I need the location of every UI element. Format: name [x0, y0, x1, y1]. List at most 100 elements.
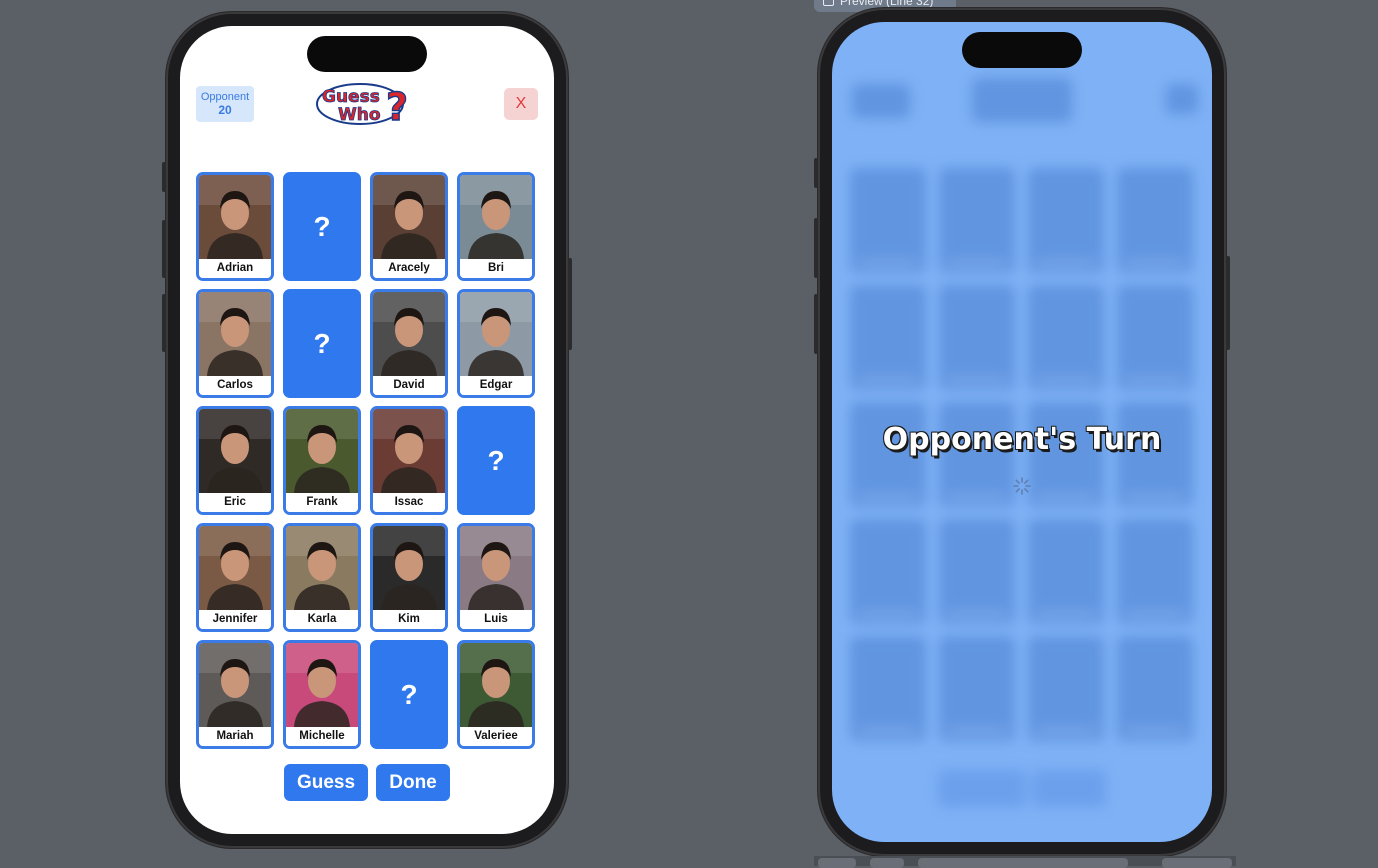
action-bar: Guess Done	[284, 764, 450, 801]
hidden-card[interactable]: ?	[283, 289, 361, 398]
blurred-logo	[972, 78, 1072, 122]
guess-who-logo: Guess Who ?	[316, 82, 416, 130]
blurred-card	[1028, 168, 1104, 273]
logo-line2: Who	[338, 105, 381, 125]
close-button[interactable]: X	[504, 88, 538, 120]
blurred-card-name	[1036, 375, 1096, 384]
opponent-label: Opponent	[200, 91, 250, 103]
preview-icon	[823, 0, 834, 6]
blurred-card-name	[858, 258, 918, 267]
blurred-card-name	[947, 375, 1007, 384]
character-grid: Adrian? Aracely Bri Carlos? David Edgar Eric Fr…	[196, 172, 540, 749]
bottom-control[interactable]	[818, 858, 856, 868]
blurred-card	[1117, 519, 1193, 624]
character-card[interactable]: Aracely	[370, 172, 448, 281]
character-card[interactable]: Luis	[457, 523, 535, 632]
opponent-count: 20	[218, 103, 232, 117]
character-card[interactable]: Frank	[283, 406, 361, 515]
bottom-control[interactable]	[918, 858, 1128, 868]
bottom-control[interactable]	[870, 858, 904, 868]
blurred-card-name	[1036, 609, 1096, 618]
dynamic-island	[307, 36, 427, 72]
blurred-card-name	[1036, 492, 1096, 501]
character-card[interactable]: Edgar	[457, 289, 535, 398]
volume-up-button	[162, 220, 166, 278]
character-name: David	[373, 376, 445, 395]
blurred-card	[850, 519, 926, 624]
character-card[interactable]: Kim	[370, 523, 448, 632]
hidden-card[interactable]: ?	[370, 640, 448, 749]
character-name: Jennifer	[199, 610, 271, 629]
hidden-card[interactable]: ?	[283, 172, 361, 281]
character-name: Issac	[373, 493, 445, 512]
blurred-card	[939, 168, 1015, 273]
volume-up-button	[814, 218, 818, 278]
character-card[interactable]: Adrian	[196, 172, 274, 281]
opponent-badge: Opponent 20	[196, 86, 254, 122]
blurred-card	[939, 285, 1015, 390]
right-screen: Opponent's Turn	[832, 22, 1212, 842]
character-name: Kim	[373, 610, 445, 629]
character-photo	[460, 643, 532, 727]
character-card[interactable]: Carlos	[196, 289, 274, 398]
character-photo	[199, 526, 271, 610]
character-photo	[199, 409, 271, 493]
character-photo	[460, 526, 532, 610]
bottom-control[interactable]	[1162, 858, 1232, 868]
blurred-card-name	[1125, 375, 1185, 384]
blurred-card-name	[858, 726, 918, 735]
blurred-card	[1028, 636, 1104, 741]
editor-bottom-bar	[814, 856, 1236, 868]
character-photo	[373, 292, 445, 376]
hidden-card[interactable]: ?	[457, 406, 535, 515]
character-card[interactable]: Issac	[370, 406, 448, 515]
character-name: Luis	[460, 610, 532, 629]
blurred-card	[939, 519, 1015, 624]
character-card[interactable]: Eric	[196, 406, 274, 515]
character-card[interactable]: David	[370, 289, 448, 398]
question-mark: ?	[313, 211, 331, 242]
question-mark: ?	[400, 679, 418, 710]
blurred-card	[850, 168, 926, 273]
volume-down-button	[814, 294, 818, 354]
character-card[interactable]: Michelle	[283, 640, 361, 749]
character-photo	[373, 175, 445, 259]
blurred-card-name	[947, 726, 1007, 735]
preview-label: Preview (Line 32)	[840, 0, 934, 8]
blurred-card-name	[1036, 726, 1096, 735]
blurred-done-button	[1032, 770, 1106, 807]
blurred-header-badge	[852, 84, 910, 118]
done-button[interactable]: Done	[376, 764, 450, 801]
blurred-card	[850, 636, 926, 741]
blurred-card-name	[1125, 492, 1185, 501]
blurred-close	[1166, 84, 1198, 114]
blurred-card-name	[1036, 258, 1096, 267]
character-photo	[460, 292, 532, 376]
character-photo	[460, 175, 532, 259]
character-photo	[373, 409, 445, 493]
right-phone-frame: Opponent's Turn	[814, 8, 1230, 856]
character-photo	[286, 526, 358, 610]
power-button	[1226, 256, 1230, 350]
character-card[interactable]: Jennifer	[196, 523, 274, 632]
action-button	[814, 158, 818, 188]
blurred-card	[850, 285, 926, 390]
blurred-card	[1028, 519, 1104, 624]
character-photo	[286, 643, 358, 727]
character-photo	[286, 409, 358, 493]
character-name: Edgar	[460, 376, 532, 395]
question-mark: ?	[487, 445, 505, 476]
logo-line1: Guess	[322, 87, 380, 107]
character-card[interactable]: Bri	[457, 172, 535, 281]
character-card[interactable]: Valeriee	[457, 640, 535, 749]
character-card[interactable]: Mariah	[196, 640, 274, 749]
power-button	[568, 258, 572, 350]
character-card[interactable]: Karla	[283, 523, 361, 632]
blurred-card-name	[947, 492, 1007, 501]
blurred-card-name	[858, 609, 918, 618]
blurred-card-name	[947, 609, 1007, 618]
character-name: Karla	[286, 610, 358, 629]
character-name: Adrian	[199, 259, 271, 278]
turn-status-text: Opponent's Turn	[882, 422, 1162, 457]
guess-button[interactable]: Guess	[284, 764, 368, 801]
